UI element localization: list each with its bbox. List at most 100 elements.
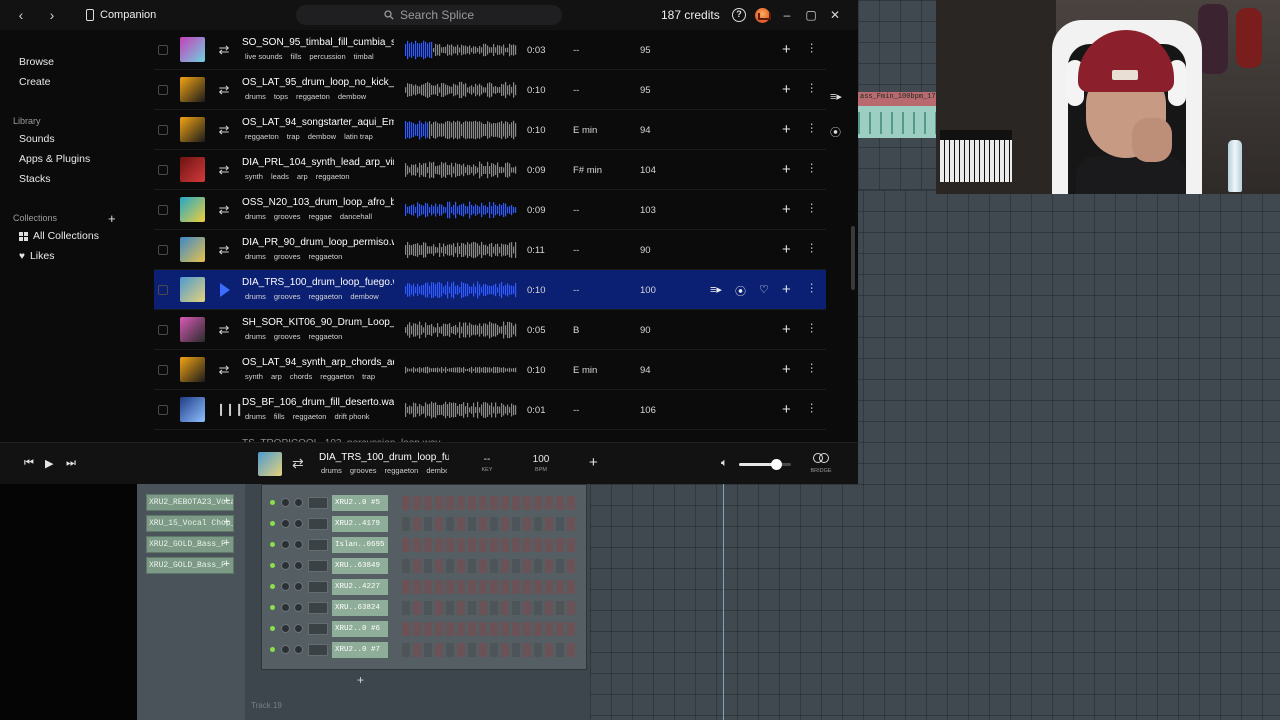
volume-knob[interactable]	[294, 582, 303, 591]
waveform-container[interactable]	[405, 159, 517, 181]
volume-slider[interactable]	[739, 459, 791, 470]
more-options-icon[interactable]: …	[808, 322, 822, 333]
row-checkbox[interactable]	[158, 245, 168, 255]
channel-name[interactable]: XRU2..4227	[332, 579, 388, 595]
volume-knob[interactable]	[294, 603, 303, 612]
tag-link[interactable]: tops	[274, 92, 288, 101]
row-checkbox[interactable]	[158, 405, 168, 415]
tag-link[interactable]: percussion	[309, 52, 345, 61]
queue-icon[interactable]: ≡▸	[830, 90, 848, 106]
waveform[interactable]	[405, 199, 517, 221]
row-checkbox[interactable]	[158, 125, 168, 135]
tag-link[interactable]: drums	[245, 292, 266, 301]
add-collection-button[interactable]: +	[108, 211, 116, 226]
row-checkbox[interactable]	[158, 365, 168, 375]
more-options-icon[interactable]: …	[808, 202, 822, 213]
add-button[interactable]: +	[782, 201, 791, 218]
channel-led[interactable]	[270, 647, 275, 652]
channel-number[interactable]	[308, 602, 328, 614]
sample-name[interactable]: OS_LAT_95_drum_loop_no_kick_fantasma.wav	[242, 77, 394, 88]
add-button[interactable]: +	[782, 321, 791, 338]
avatar[interactable]	[755, 8, 770, 23]
tag-link[interactable]: dembow	[350, 292, 378, 301]
table-row[interactable]: ⇄ SH_SOR_KIT06_90_Drum_Loop_04.wavdrumsgr…	[154, 310, 826, 350]
tag-link[interactable]: latin trap	[344, 132, 373, 141]
step-sequencer[interactable]	[402, 580, 578, 594]
channel-row[interactable]: XRU2..0 #5	[268, 495, 578, 511]
channel-number[interactable]	[308, 623, 328, 635]
step-sequencer[interactable]	[402, 643, 578, 657]
previous-icon[interactable]: ⏮	[24, 457, 34, 470]
table-row[interactable]: ❙❙❙ DS_BF_106_drum_fill_deserto.wav drums f…	[154, 390, 826, 430]
channel-row[interactable]: XRU2..4179	[268, 516, 578, 532]
table-row[interactable]: ⇄ DIA_PR_90_drum_loop_permiso.wav drums gro…	[154, 230, 826, 270]
channel-led[interactable]	[270, 626, 275, 631]
channel-row[interactable]: Islan..0695	[268, 537, 578, 553]
add-channel-button[interactable]: +	[357, 673, 364, 687]
sidebar-item-all-collections[interactable]: All Collections	[19, 230, 99, 242]
more-options-icon[interactable]: …	[808, 42, 822, 53]
volume-knob[interactable]	[294, 519, 303, 528]
volume-knob[interactable]	[294, 540, 303, 549]
waveform-container[interactable]	[405, 279, 517, 301]
waveform-container[interactable]	[405, 399, 517, 421]
tag-link[interactable]: grooves	[274, 212, 301, 221]
queue-icon[interactable]: ≡▸	[710, 283, 722, 296]
tag-link[interactable]: trap	[287, 132, 300, 141]
tag-link[interactable]: timbal	[354, 52, 374, 61]
bridge-icon[interactable]	[813, 452, 829, 464]
more-options-icon[interactable]: …	[808, 162, 822, 173]
tag-link[interactable]: fills	[274, 412, 285, 421]
tag-link[interactable]: leads	[271, 172, 289, 181]
tag-link[interactable]: drift phonk	[334, 412, 369, 421]
row-checkbox[interactable]	[158, 85, 168, 95]
add-to-collection-button[interactable]: +	[589, 454, 598, 471]
tag-link[interactable]: reggaeton	[245, 132, 279, 141]
tag-link[interactable]: trap	[362, 372, 375, 381]
channel-name[interactable]: XRU..63824	[332, 600, 388, 616]
table-row[interactable]: ⇄ DIA_PRL_104_synth_lead_arp_virtual.wavs…	[154, 150, 826, 190]
sample-name[interactable]: OS_LAT_94_synth_arp_chords_aqui.wav	[242, 357, 394, 368]
add-button[interactable]: +	[782, 121, 791, 138]
sample-name[interactable]: OS_LAT_94_songstarter_aqui_Em.wav	[242, 117, 394, 128]
tag-link[interactable]: grooves	[274, 252, 301, 261]
heart-icon[interactable]: ♡	[759, 283, 769, 296]
channel-led[interactable]	[270, 605, 275, 610]
player-sample-name[interactable]: DIA_TRS_100_drum_loop_fuego.wav	[319, 452, 449, 463]
tag-link[interactable]: reggaeton	[293, 412, 327, 421]
tag-link[interactable]: reggae	[309, 212, 332, 221]
add-button[interactable]: +	[782, 361, 791, 378]
pan-knob[interactable]	[281, 498, 290, 507]
waveform-container[interactable]	[405, 119, 517, 141]
volume-knob[interactable]	[294, 498, 303, 507]
sidebar-item-stacks[interactable]: Stacks	[19, 173, 51, 185]
waveform[interactable]	[405, 319, 517, 341]
tag-link[interactable]: grooves	[274, 292, 301, 301]
companion-button[interactable]: Companion	[86, 7, 156, 23]
waveform[interactable]	[405, 399, 517, 421]
channel-number[interactable]	[308, 497, 328, 509]
tag-link[interactable]: reggaeton	[296, 92, 330, 101]
channel-name[interactable]: XRU2..4179	[332, 516, 388, 532]
tag-link[interactable]: live sounds	[245, 52, 283, 61]
sample-name[interactable]: SO_SON_95_timbal_fill_cumbia_solo.wav	[242, 37, 394, 48]
tag-link[interactable]: reggaeton	[316, 172, 350, 181]
help-icon[interactable]: ?	[732, 8, 746, 22]
row-checkbox[interactable]	[158, 45, 168, 55]
channel-row[interactable]: XRU..63824	[268, 600, 578, 616]
tag-link[interactable]: reggaeton	[309, 292, 343, 301]
row-checkbox[interactable]	[158, 285, 168, 295]
sidebar-item-apps-plugins[interactable]: Apps & Plugins	[19, 153, 90, 165]
waveform-container[interactable]	[405, 359, 517, 381]
waveform[interactable]	[405, 119, 517, 141]
pattern-item[interactable]: XRU2_GOLD_Bass_F +	[146, 536, 234, 553]
volume-knob[interactable]	[294, 624, 303, 633]
add-button[interactable]: +	[782, 81, 791, 98]
sample-name[interactable]: DIA_PRL_104_synth_lead_arp_virtual.wav	[242, 157, 394, 168]
sidebar-item-sounds[interactable]: Sounds	[19, 133, 55, 145]
pan-knob[interactable]	[281, 540, 290, 549]
tag-link[interactable]: arp	[297, 172, 308, 181]
row-checkbox[interactable]	[158, 205, 168, 215]
pattern-item[interactable]: XRU2_REBOTA23_Vocal +	[146, 494, 234, 511]
volume-knob[interactable]	[294, 561, 303, 570]
